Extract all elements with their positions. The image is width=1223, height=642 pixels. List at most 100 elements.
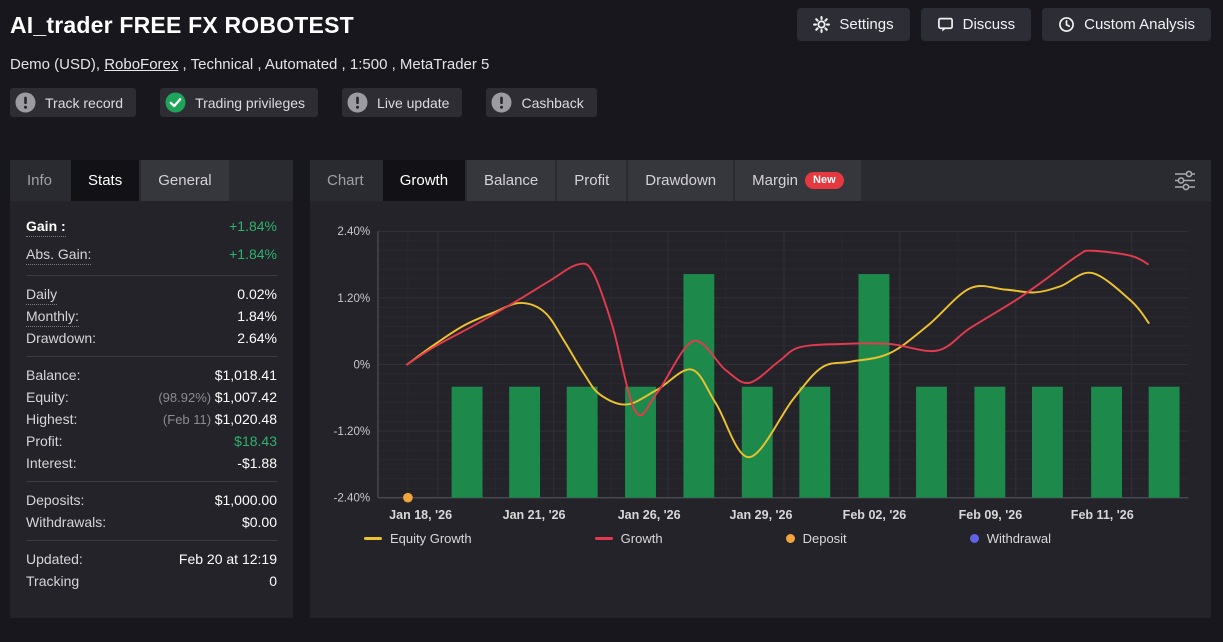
- chart-tab-margin[interactable]: MarginNew: [735, 160, 860, 201]
- page: { "header": { "title": "AI_trader FREE F…: [0, 0, 1223, 642]
- stat-row: Balance: $1,018.41: [26, 364, 277, 386]
- sliders-icon[interactable]: [1172, 170, 1198, 191]
- x-tick-label: Jan 21, '26: [503, 508, 566, 522]
- check-icon: [165, 92, 186, 113]
- badge-track-record[interactable]: Track record: [10, 88, 136, 117]
- chart-panel: Chart Growth Balance ProfitDrawdownMarginNe…: [310, 160, 1211, 618]
- badge-cashback[interactable]: Cashback: [486, 88, 596, 117]
- bar[interactable]: [799, 387, 830, 498]
- bar[interactable]: [683, 274, 714, 498]
- x-tick-label: Feb 09, '26: [959, 508, 1023, 522]
- stat-value: $1,000.00: [215, 492, 277, 508]
- stat-row: Equity:(98.92%) $1,007.42: [26, 386, 277, 408]
- bar[interactable]: [916, 387, 947, 498]
- legend-item-withdrawal[interactable]: Withdrawal: [970, 531, 1051, 546]
- exclamation-icon: [15, 92, 36, 113]
- bar[interactable]: [1149, 387, 1180, 498]
- stats-group: Daily 0.02% Monthly: 1.84% Drawdown:2.64%: [26, 276, 277, 357]
- bar[interactable]: [859, 274, 890, 498]
- stats-group: Balance: $1,018.41 Equity:(98.92%) $1,007.…: [26, 357, 277, 482]
- chart-body: 2.40%1.20%0%-1.20%-2.40%Jan 18, '26Jan 2…: [310, 201, 1211, 546]
- legend-item-equity-growth[interactable]: Equity Growth: [364, 531, 472, 546]
- tab-label: Growth: [400, 172, 448, 189]
- broker-link[interactable]: RoboForex: [104, 56, 178, 73]
- stat-label: Tracking: [26, 573, 79, 589]
- bar[interactable]: [742, 387, 773, 498]
- badge-live-update[interactable]: Live update: [342, 88, 462, 117]
- button-label: Custom Analysis: [1084, 16, 1195, 33]
- x-tick-label: Jan 29, '26: [730, 508, 793, 522]
- stat-value: $1,018.41: [215, 367, 277, 383]
- bar[interactable]: [567, 387, 598, 498]
- account-subtitle: Demo (USD), RoboForex , Technical , Auto…: [10, 56, 1211, 73]
- badge-label: Trading privileges: [195, 95, 305, 111]
- stat-label[interactable]: Abs. Gain:: [26, 246, 91, 262]
- legend-label: Deposit: [803, 531, 847, 546]
- stat-label[interactable]: Monthly:: [26, 308, 79, 324]
- legend-item-deposit[interactable]: Deposit: [786, 531, 847, 546]
- legend-dot-swatch: [786, 534, 795, 543]
- stat-value: (Feb 11) $1,020.48: [163, 411, 277, 427]
- new-badge: New: [805, 172, 844, 189]
- tab-label: Balance: [484, 172, 538, 189]
- stat-label: Interest:: [26, 455, 77, 471]
- stat-value: 0.02%: [237, 286, 277, 302]
- bar[interactable]: [974, 387, 1005, 498]
- chart-legend: Equity Growth Growth Deposit Withdrawal: [320, 525, 1201, 546]
- tab-general[interactable]: General: [141, 160, 228, 201]
- legend-line-swatch: [364, 537, 382, 540]
- button-label: Discuss: [963, 16, 1016, 33]
- stats-tabstrip: Info Stats General: [10, 160, 293, 201]
- stat-value: -$1.88: [237, 455, 277, 471]
- status-badges: Track record Trading privileges Live updat…: [10, 88, 1211, 117]
- deposit-marker[interactable]: [403, 493, 413, 503]
- button-label: Settings: [839, 16, 893, 33]
- stat-label: Highest:: [26, 411, 77, 427]
- stat-label[interactable]: Daily: [26, 286, 57, 302]
- stat-row: Gain :+1.84%: [26, 212, 277, 240]
- tab-stats[interactable]: Stats: [71, 160, 139, 201]
- tab-label: General: [158, 172, 211, 189]
- y-tick-label: 0%: [353, 359, 370, 371]
- legend-item-growth[interactable]: Growth: [595, 531, 663, 546]
- stat-value: 0: [269, 573, 277, 589]
- settings-button[interactable]: Settings: [797, 8, 909, 41]
- stat-row: Interest: -$1.88: [26, 452, 277, 474]
- stat-label[interactable]: Gain :: [26, 218, 66, 234]
- stat-value: 1.84%: [237, 308, 277, 324]
- chart-tab-balance[interactable]: Balance: [467, 160, 555, 201]
- bar[interactable]: [1091, 387, 1122, 498]
- subtitle-post: , Technical , Automated , 1:500 , MetaTr…: [178, 56, 489, 73]
- stat-value: Feb 20 at 12:19: [179, 551, 277, 567]
- discuss-button[interactable]: Discuss: [921, 8, 1032, 41]
- custom-analysis-button[interactable]: Custom Analysis: [1042, 8, 1211, 41]
- chart-tab-drawdown[interactable]: Drawdown: [628, 160, 733, 201]
- chart-settings-control[interactable]: [1172, 170, 1198, 196]
- tab-label: Chart: [327, 172, 364, 189]
- stats-body: Gain :+1.84% Abs. Gain: +1.84% Daily 0.02% Mo…: [10, 201, 293, 599]
- badge-trading-privileges[interactable]: Trading privileges: [160, 88, 318, 117]
- chart-tab-chart[interactable]: Chart: [310, 160, 381, 201]
- stats-panel: Info Stats General Gain :+1.84% Abs. Gain: +…: [10, 160, 293, 618]
- x-tick-label: Feb 11, '26: [1071, 508, 1134, 522]
- bar[interactable]: [452, 387, 483, 498]
- y-tick-label: 2.40%: [337, 226, 370, 238]
- bar[interactable]: [509, 387, 540, 498]
- stat-value: 2.64%: [237, 330, 277, 346]
- stats-group: Deposits:$1,000.00Withdrawals:$0.00: [26, 482, 277, 541]
- chart-tab-profit[interactable]: Profit: [557, 160, 626, 201]
- stat-row: Profit:$18.43: [26, 430, 277, 452]
- tab-label: Info: [27, 172, 52, 189]
- stat-label: Balance:: [26, 367, 80, 383]
- stat-value: (98.92%) $1,007.42: [158, 389, 277, 405]
- bar[interactable]: [1032, 387, 1063, 498]
- tab-info[interactable]: Info: [10, 160, 69, 201]
- stat-row: Drawdown:2.64%: [26, 327, 277, 349]
- stat-row: Highest: (Feb 11) $1,020.48: [26, 408, 277, 430]
- stat-label: Withdrawals:: [26, 514, 106, 530]
- legend-line-swatch: [595, 537, 613, 540]
- chart-tab-growth[interactable]: Growth: [383, 160, 465, 201]
- stat-value: +1.84%: [229, 246, 277, 262]
- stats-group: Gain :+1.84% Abs. Gain: +1.84%: [26, 205, 277, 276]
- exclamation-icon: [491, 92, 512, 113]
